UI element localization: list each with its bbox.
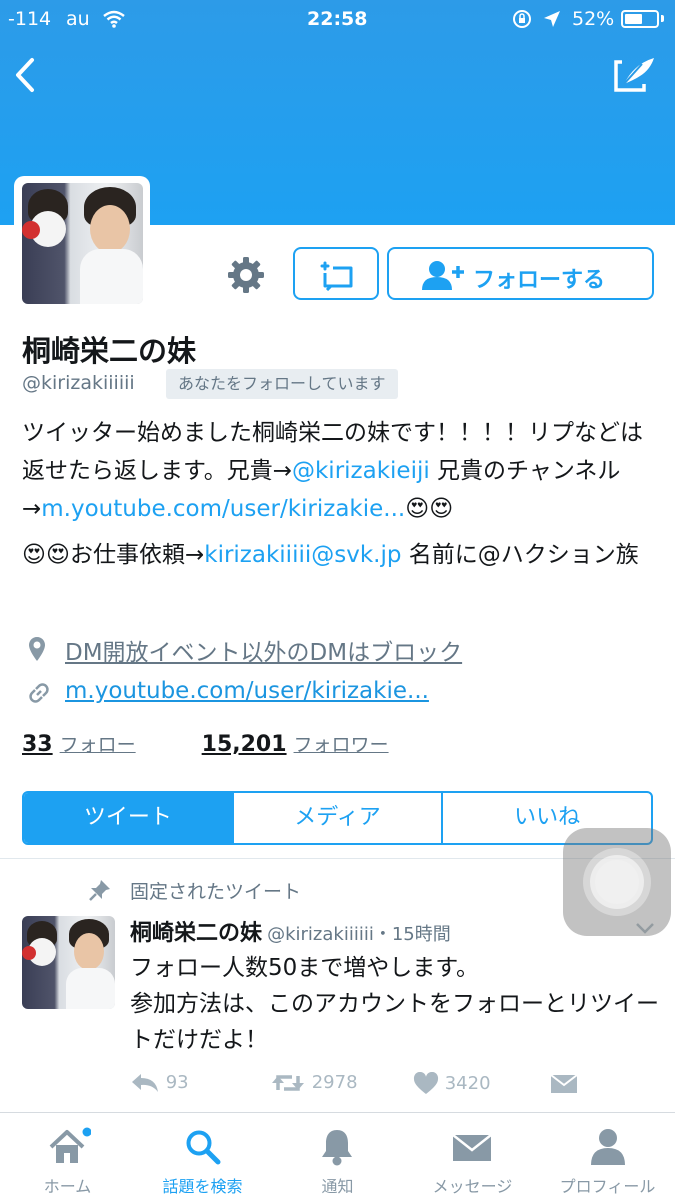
home-icon [49,1127,91,1163]
tweet-author-name[interactable]: 桐崎栄二の妹 [130,921,262,946]
tweet-header: 桐崎栄二の妹 @kirizakiiiiii・15時間 [130,915,451,947]
assistive-touch-button[interactable] [563,828,671,936]
profile-tabs: ツイート メディア いいね [22,791,653,845]
envelope-icon [452,1134,492,1161]
tweet-text: フォロー人数50まで増やします。 参加方法は、このアカウントをフォローとリツイー… [130,955,659,1053]
search-icon [186,1130,221,1165]
reply-icon [132,1074,158,1092]
follow-button[interactable]: フォローする [387,247,654,300]
pinned-tweet-label: 固定されたツイート [130,881,302,903]
profile-handle: @kirizakiiiiii [22,372,135,394]
tabbar-home[interactable]: ホーム [0,1113,135,1201]
bio-mention-link[interactable]: @kirizakieiji [292,458,430,484]
profile-website[interactable]: m.youtube.com/user/kirizakie... [65,678,429,704]
direct-message-icon[interactable] [550,1072,578,1094]
bottom-tab-bar: ホーム 話題を検索 通知 メッセージ プロフィール [0,1112,675,1201]
tabbar-notifications[interactable]: 通知 [270,1113,405,1201]
battery-percent: 52% [572,8,615,30]
profile-avatar[interactable] [14,176,150,312]
signal-strength: -114 [8,8,52,30]
follow-stats: 33 フォロー 15,201 フォロワー [22,730,389,757]
tweet-author-avatar[interactable] [22,916,115,1009]
profile-bio: ツイッター始めました桐崎栄二の妹です！！！！リプなどは返せたら返します。兄貴→@… [22,414,662,574]
bio-email-link[interactable]: kirizakiiiii@svk.jp [204,542,401,568]
profile-name: 桐崎栄二の妹 [22,334,197,368]
follows-you-badge: あなたをフォローしています [166,369,398,399]
profile-icon [591,1129,625,1165]
tweet-handle-time: @kirizakiiiiii・15時間 [267,924,451,945]
add-to-list-icon [320,261,353,291]
tabbar-messages[interactable]: メッセージ [405,1113,540,1201]
tab-media[interactable]: メディア [231,793,442,843]
bio-youtube-link[interactable]: m.youtube.com/user/kirizakie... [41,496,405,522]
bio-text: 名前に@ハクション族 [401,542,639,568]
heart-eyes-emoji: 😍😍 [22,542,70,568]
location-arrow-icon [544,11,560,27]
compose-tweet-icon[interactable] [612,54,658,94]
clock: 22:58 [307,8,368,30]
follow-button-label: フォローする [473,268,606,293]
settings-gear-icon[interactable] [227,256,265,294]
reply-action[interactable]: 93 [130,1072,189,1094]
retweet-icon [272,1075,304,1091]
bell-icon [322,1130,352,1166]
tabbar-profile[interactable]: プロフィール [540,1113,675,1201]
followers-stat[interactable]: 15,201 フォロワー [202,732,389,757]
add-user-icon [422,261,464,290]
link-icon [29,683,49,703]
heart-eyes-emoji: 😍😍 [405,496,454,522]
location-pin-icon [29,637,45,661]
like-action[interactable]: 3420 [413,1071,491,1096]
status-bar: -114 au 22:58 52% [0,0,675,40]
pin-icon [89,880,110,901]
add-to-list-button[interactable] [293,247,379,300]
battery-icon [621,10,659,28]
tabbar-search[interactable]: 話題を検索 [135,1113,270,1201]
heart-icon [413,1071,439,1094]
back-chevron-icon[interactable] [12,56,38,94]
wifi-icon [103,10,125,28]
carrier-name: au [66,8,90,30]
avatar-photo [22,183,143,304]
following-stat[interactable]: 33 フォロー [22,732,136,757]
retweet-action[interactable]: 2978 [270,1072,358,1094]
bio-text: お仕事依頼→ [69,542,205,568]
orientation-lock-icon [513,10,531,28]
tab-tweets[interactable]: ツイート [24,793,232,843]
profile-location: DM開放イベント以外のDMはブロック [65,640,463,666]
